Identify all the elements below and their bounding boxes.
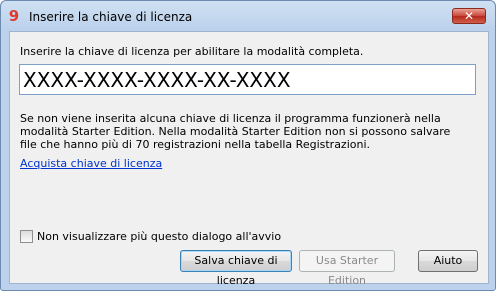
app-logo-icon: 9 — [8, 7, 20, 25]
instruction-text: Inserire la chiave di licenza per abilit… — [20, 45, 364, 58]
buy-license-link[interactable]: Acquista chiave di licenza — [20, 157, 162, 170]
dont-show-checkbox[interactable] — [20, 230, 33, 243]
use-starter-edition-button[interactable]: Usa Starter Edition — [299, 250, 395, 287]
starter-edition-info: Se non viene inserita alcuna chiave di l… — [20, 112, 451, 151]
save-license-button[interactable]: Salva chiave di licenza — [180, 250, 292, 287]
license-dialog-window: 9 Inserire la chiave di licenza ✕ Inseri… — [0, 0, 496, 291]
help-button[interactable]: Aiuto — [418, 250, 478, 272]
close-icon: ✕ — [463, 9, 475, 23]
title-bar[interactable]: 9 Inserire la chiave di licenza ✕ — [1, 1, 495, 31]
window-title: Inserire la chiave di licenza — [29, 10, 193, 24]
license-key-input[interactable] — [19, 64, 476, 95]
dialog-body: Inserire la chiave di licenza per abilit… — [9, 31, 489, 287]
close-button[interactable]: ✕ — [452, 8, 486, 24]
dont-show-checkbox-label[interactable]: Non visualizzare più questo dialogo all'… — [37, 230, 281, 243]
